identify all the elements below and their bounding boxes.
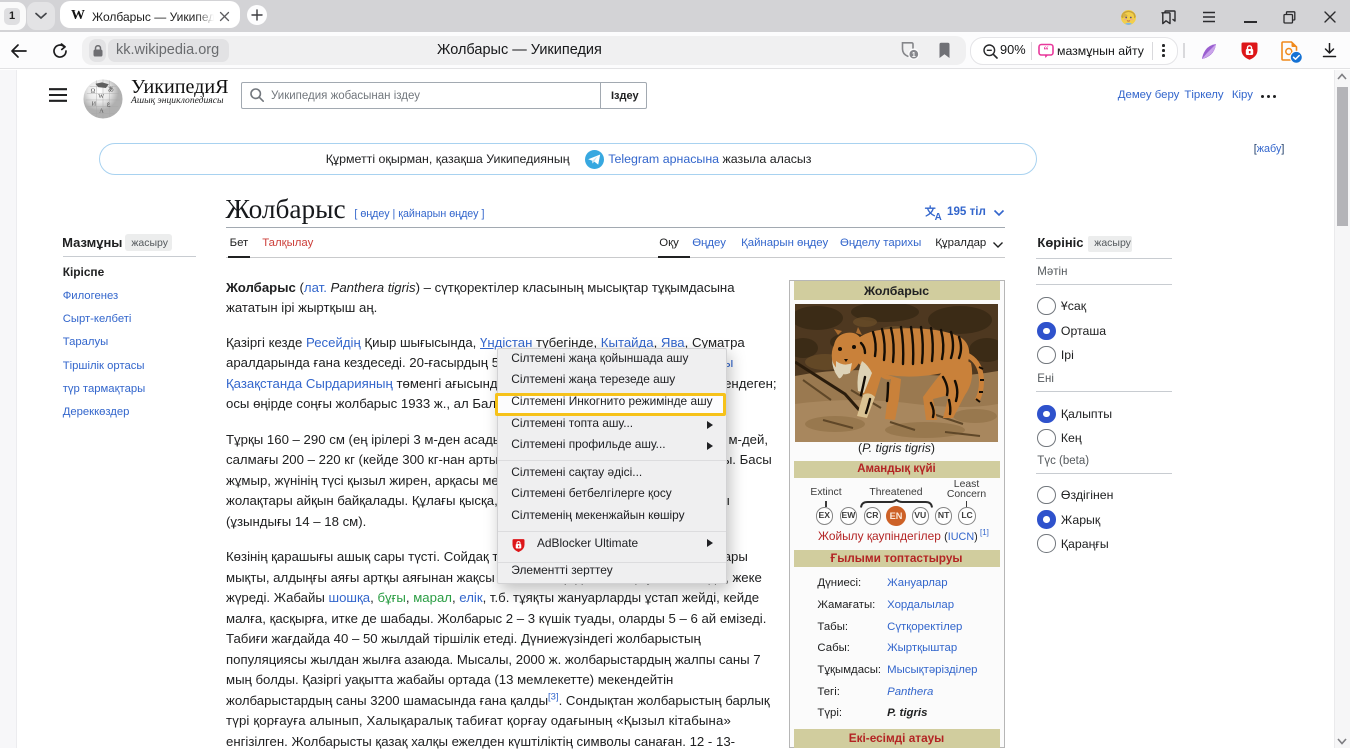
svg-text:“: “ xyxy=(1044,46,1049,57)
svg-text:あ: あ xyxy=(108,86,114,93)
svg-text:W: W xyxy=(98,93,104,100)
svg-text:ع: ع xyxy=(107,101,111,108)
svg-text:A: A xyxy=(99,107,104,114)
svg-text:A: A xyxy=(935,212,942,221)
svg-text:И: И xyxy=(92,101,97,108)
svg-text:Ω: Ω xyxy=(91,87,96,94)
svg-text:1: 1 xyxy=(912,50,916,59)
